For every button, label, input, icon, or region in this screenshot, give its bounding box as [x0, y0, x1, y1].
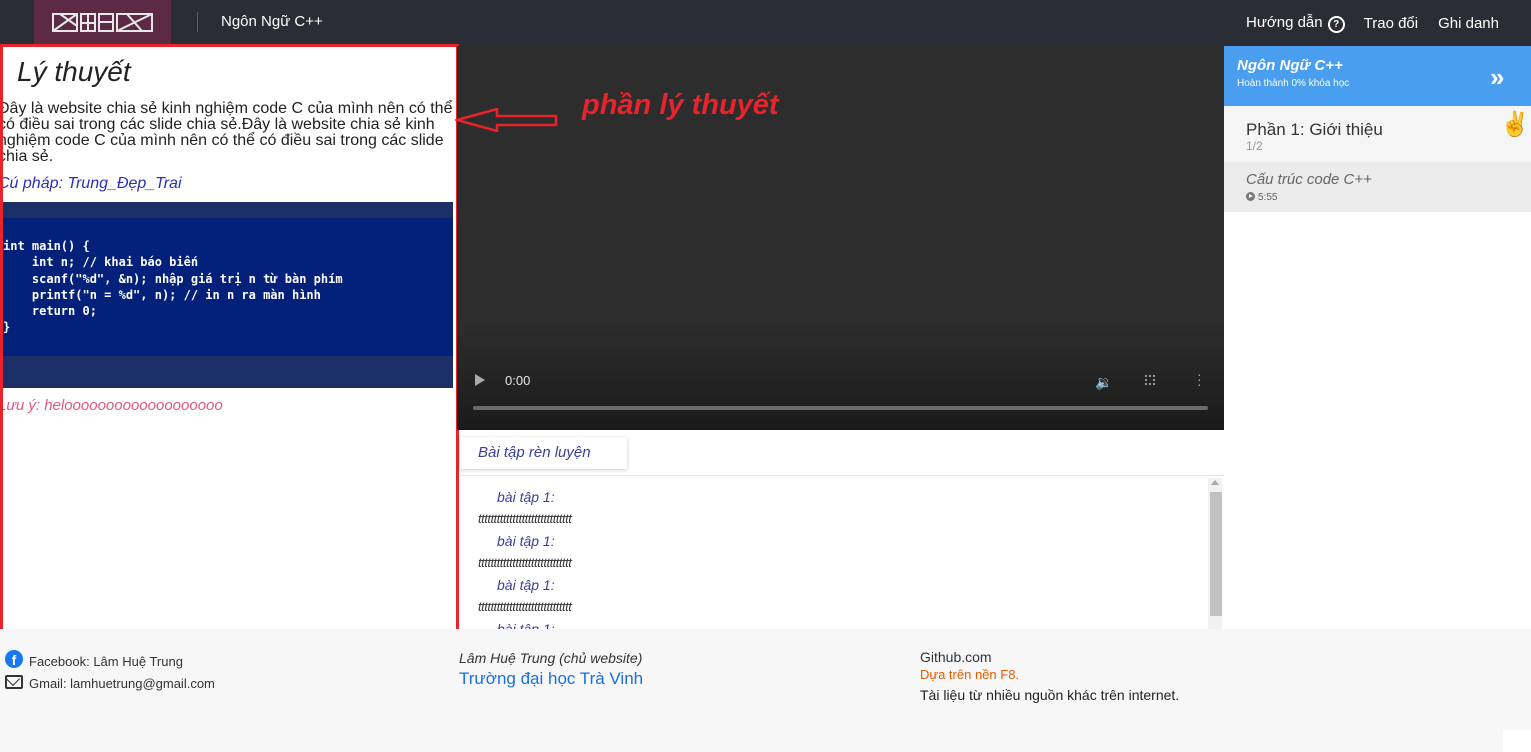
annotation-arrow-icon [455, 108, 558, 132]
course-sidebar-header [1224, 46, 1531, 106]
footer-corner [1503, 730, 1531, 752]
mail-icon [5, 675, 23, 689]
scroll-up-icon[interactable] [1211, 480, 1219, 485]
theory-note: Lưu ý: helooooooooooooooooooo [0, 397, 223, 414]
theory-title: Lý thuyết [17, 56, 131, 87]
sidebar-course-title: Ngôn Ngữ C++ [1237, 57, 1343, 74]
video-time: 0:00 [505, 373, 531, 388]
volume-icon[interactable]: 🔉 [1095, 374, 1112, 391]
help-icon: ? [1327, 16, 1345, 33]
more-options-icon[interactable]: · · · [1197, 367, 1202, 391]
theory-body: Đây là website chia sẻ kinh nghiệm code … [0, 100, 453, 165]
lesson-title: Cấu trúc code C++ [1246, 171, 1372, 188]
nav-register[interactable]: Ghi danh [1438, 15, 1499, 32]
collapse-sidebar-icon[interactable]: » [1490, 62, 1505, 93]
exercise-title: bài tập 1: [497, 533, 555, 549]
docs-source: Tài liệu từ nhiều nguồn khác trên intern… [920, 687, 1180, 703]
annotation-label: phần lý thuyết [582, 89, 779, 121]
top-nav: Hướng dẫn? Trao đổi Ghi danh [1246, 14, 1499, 33]
exercise-body: tttttttttttttttttttttttttttttt [478, 511, 572, 526]
gmail-contact[interactable]: Gmail: lamhuetrung@gmail.com [29, 676, 215, 691]
syntax-line: Cú pháp: Trung_Đẹp_Trai [0, 175, 182, 192]
site-owner: Lâm Huệ Trung (chủ website) [459, 650, 643, 666]
code-snippet: int main() { int n; // khai báo biến sca… [3, 239, 343, 335]
nav-discussion[interactable]: Trao đổi [1364, 15, 1418, 32]
course-title[interactable]: Ngôn Ngữ C++ [221, 13, 323, 30]
facebook-icon[interactable]: f [5, 650, 23, 668]
exercise-list: bài tập 1: ttttttttttttttttttttttttttttt… [478, 486, 1178, 640]
section-lesson-count: 1/2 [1246, 139, 1263, 153]
play-icon[interactable] [475, 374, 485, 386]
nav-guide[interactable]: Hướng dẫn? [1246, 14, 1345, 33]
fullscreen-icon[interactable] [1145, 375, 1155, 385]
tab-exercises-label: Bài tập rèn luyện [478, 444, 591, 461]
logo-glyph [52, 13, 153, 32]
footer [0, 629, 1531, 752]
exercise-title: bài tập 1: [497, 577, 555, 593]
header-divider [197, 12, 198, 32]
github-link[interactable]: Github.com [920, 649, 992, 665]
exercise-body: tttttttttttttttttttttttttttttt [478, 555, 572, 570]
facebook-contact[interactable]: Facebook: Lâm Huệ Trung [29, 654, 183, 669]
video-player[interactable] [457, 46, 1224, 430]
scrollbar-thumb[interactable] [1210, 492, 1222, 616]
site-logo[interactable] [34, 0, 171, 46]
lesson-duration: 5:55 [1246, 192, 1277, 203]
lesson-duration-text: 5:55 [1258, 192, 1278, 203]
nav-guide-label: Hướng dẫn [1246, 14, 1323, 31]
course-progress-text: Hoàn thành 0% khóa học [1237, 78, 1350, 89]
based-on-f8[interactable]: Dựa trên nền F8. [920, 667, 1019, 682]
exercise-title: bài tập 1: [497, 489, 555, 505]
section-title: Phần 1: Giới thiệu [1246, 120, 1383, 139]
victory-hand-icon: ✌ [1500, 111, 1530, 138]
school-link[interactable]: Trường đại học Trà Vinh [459, 669, 643, 689]
play-circle-icon [1246, 192, 1255, 201]
exercise-body: tttttttttttttttttttttttttttttt [478, 599, 572, 614]
video-progress-bar[interactable] [473, 406, 1208, 410]
